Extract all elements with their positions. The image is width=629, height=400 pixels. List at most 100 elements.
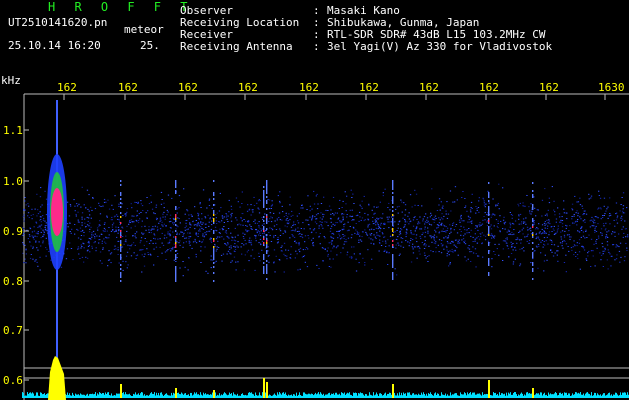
noise-pixel (452, 251, 454, 253)
noise-pixel (295, 242, 297, 244)
noise-pixel (615, 246, 617, 248)
noise-pixel (223, 222, 225, 223)
noise-pixel (468, 245, 470, 246)
noise-pixel (577, 212, 579, 214)
noise-pixel (377, 225, 380, 227)
noise-pixel (296, 253, 298, 255)
noise-pixel (414, 204, 416, 206)
noise-pixel (243, 237, 245, 239)
noise-pixel (227, 236, 229, 238)
noise-pixel (618, 250, 621, 252)
noise-pixel (370, 233, 373, 234)
noise-pixel (24, 200, 26, 202)
noise-pixel (543, 243, 545, 245)
noise-pixel (564, 240, 566, 242)
noise-pixel (603, 197, 606, 199)
noise-pixel (601, 242, 603, 244)
noise-pixel (154, 225, 156, 227)
noise-pixel (455, 245, 457, 247)
noise-pixel (478, 224, 480, 226)
noise-pixel (533, 220, 535, 222)
noise-pixel (77, 229, 79, 231)
noise-pixel (386, 216, 388, 218)
noise-pixel (543, 270, 545, 272)
noise-pixel (37, 231, 39, 232)
noise-pixel (514, 220, 517, 222)
power-bar (321, 393, 322, 398)
power-bar (83, 394, 84, 398)
streak-pixel (488, 234, 490, 236)
power-bar (25, 395, 26, 398)
noise-pixel (268, 199, 271, 201)
noise-pixel (248, 209, 250, 211)
streak-pixel (175, 218, 177, 220)
noise-pixel (460, 216, 462, 218)
noise-pixel (225, 216, 228, 218)
noise-pixel (409, 240, 412, 242)
power-bar (216, 395, 217, 398)
power-bar (22, 392, 23, 398)
power-bar (386, 395, 387, 398)
noise-pixel (294, 228, 297, 230)
noise-pixel (312, 244, 314, 246)
noise-pixel (316, 193, 318, 195)
noise-pixel (108, 227, 110, 228)
noise-pixel (79, 227, 82, 229)
noise-pixel (279, 235, 282, 236)
noise-pixel (615, 213, 617, 215)
noise-pixel (37, 209, 39, 211)
noise-pixel (598, 190, 600, 192)
power-bar (208, 394, 209, 398)
noise-pixel (307, 195, 309, 197)
power-bar (221, 394, 222, 398)
noise-pixel (247, 249, 250, 251)
noise-pixel (355, 229, 357, 231)
streak-pixel (266, 202, 268, 204)
noise-pixel (538, 232, 540, 234)
power-bar (245, 394, 246, 398)
power-bar (413, 393, 414, 398)
streak-pixel (175, 236, 177, 238)
noise-pixel (454, 250, 456, 252)
streak-pixel (532, 218, 534, 220)
power-bar (135, 392, 136, 398)
noise-pixel (337, 245, 339, 247)
noise-pixel (189, 222, 191, 224)
noise-pixel (459, 221, 461, 223)
noise-pixel (555, 218, 558, 220)
noise-pixel (359, 235, 361, 237)
noise-pixel (314, 216, 316, 218)
power-bar (436, 395, 437, 398)
noise-pixel (460, 225, 462, 227)
noise-pixel (99, 220, 101, 222)
noise-pixel (438, 198, 441, 200)
noise-pixel (600, 218, 602, 220)
power-bar (478, 393, 479, 398)
noise-pixel (370, 238, 372, 240)
streak-pixel (175, 192, 177, 194)
power-bar (375, 394, 376, 398)
noise-pixel (321, 218, 323, 220)
noise-pixel (368, 237, 370, 239)
noise-pixel (341, 220, 343, 222)
noise-pixel (350, 189, 352, 191)
noise-pixel (347, 237, 350, 239)
noise-pixel (90, 206, 92, 208)
noise-pixel (344, 241, 346, 243)
noise-pixel (40, 216, 42, 218)
streak-pixel (488, 252, 490, 254)
noise-pixel (81, 224, 83, 226)
noise-pixel (594, 230, 596, 231)
power-bar (442, 394, 443, 398)
noise-pixel (289, 204, 291, 206)
power-bar (236, 395, 237, 398)
noise-pixel (370, 242, 372, 244)
noise-pixel (101, 242, 103, 244)
noise-pixel (142, 210, 144, 211)
streak-pixel (532, 262, 534, 264)
noise-pixel (494, 214, 496, 216)
noise-pixel (457, 254, 459, 256)
streak-pixel (392, 276, 394, 278)
noise-pixel (161, 252, 163, 254)
noise-pixel (160, 191, 163, 193)
